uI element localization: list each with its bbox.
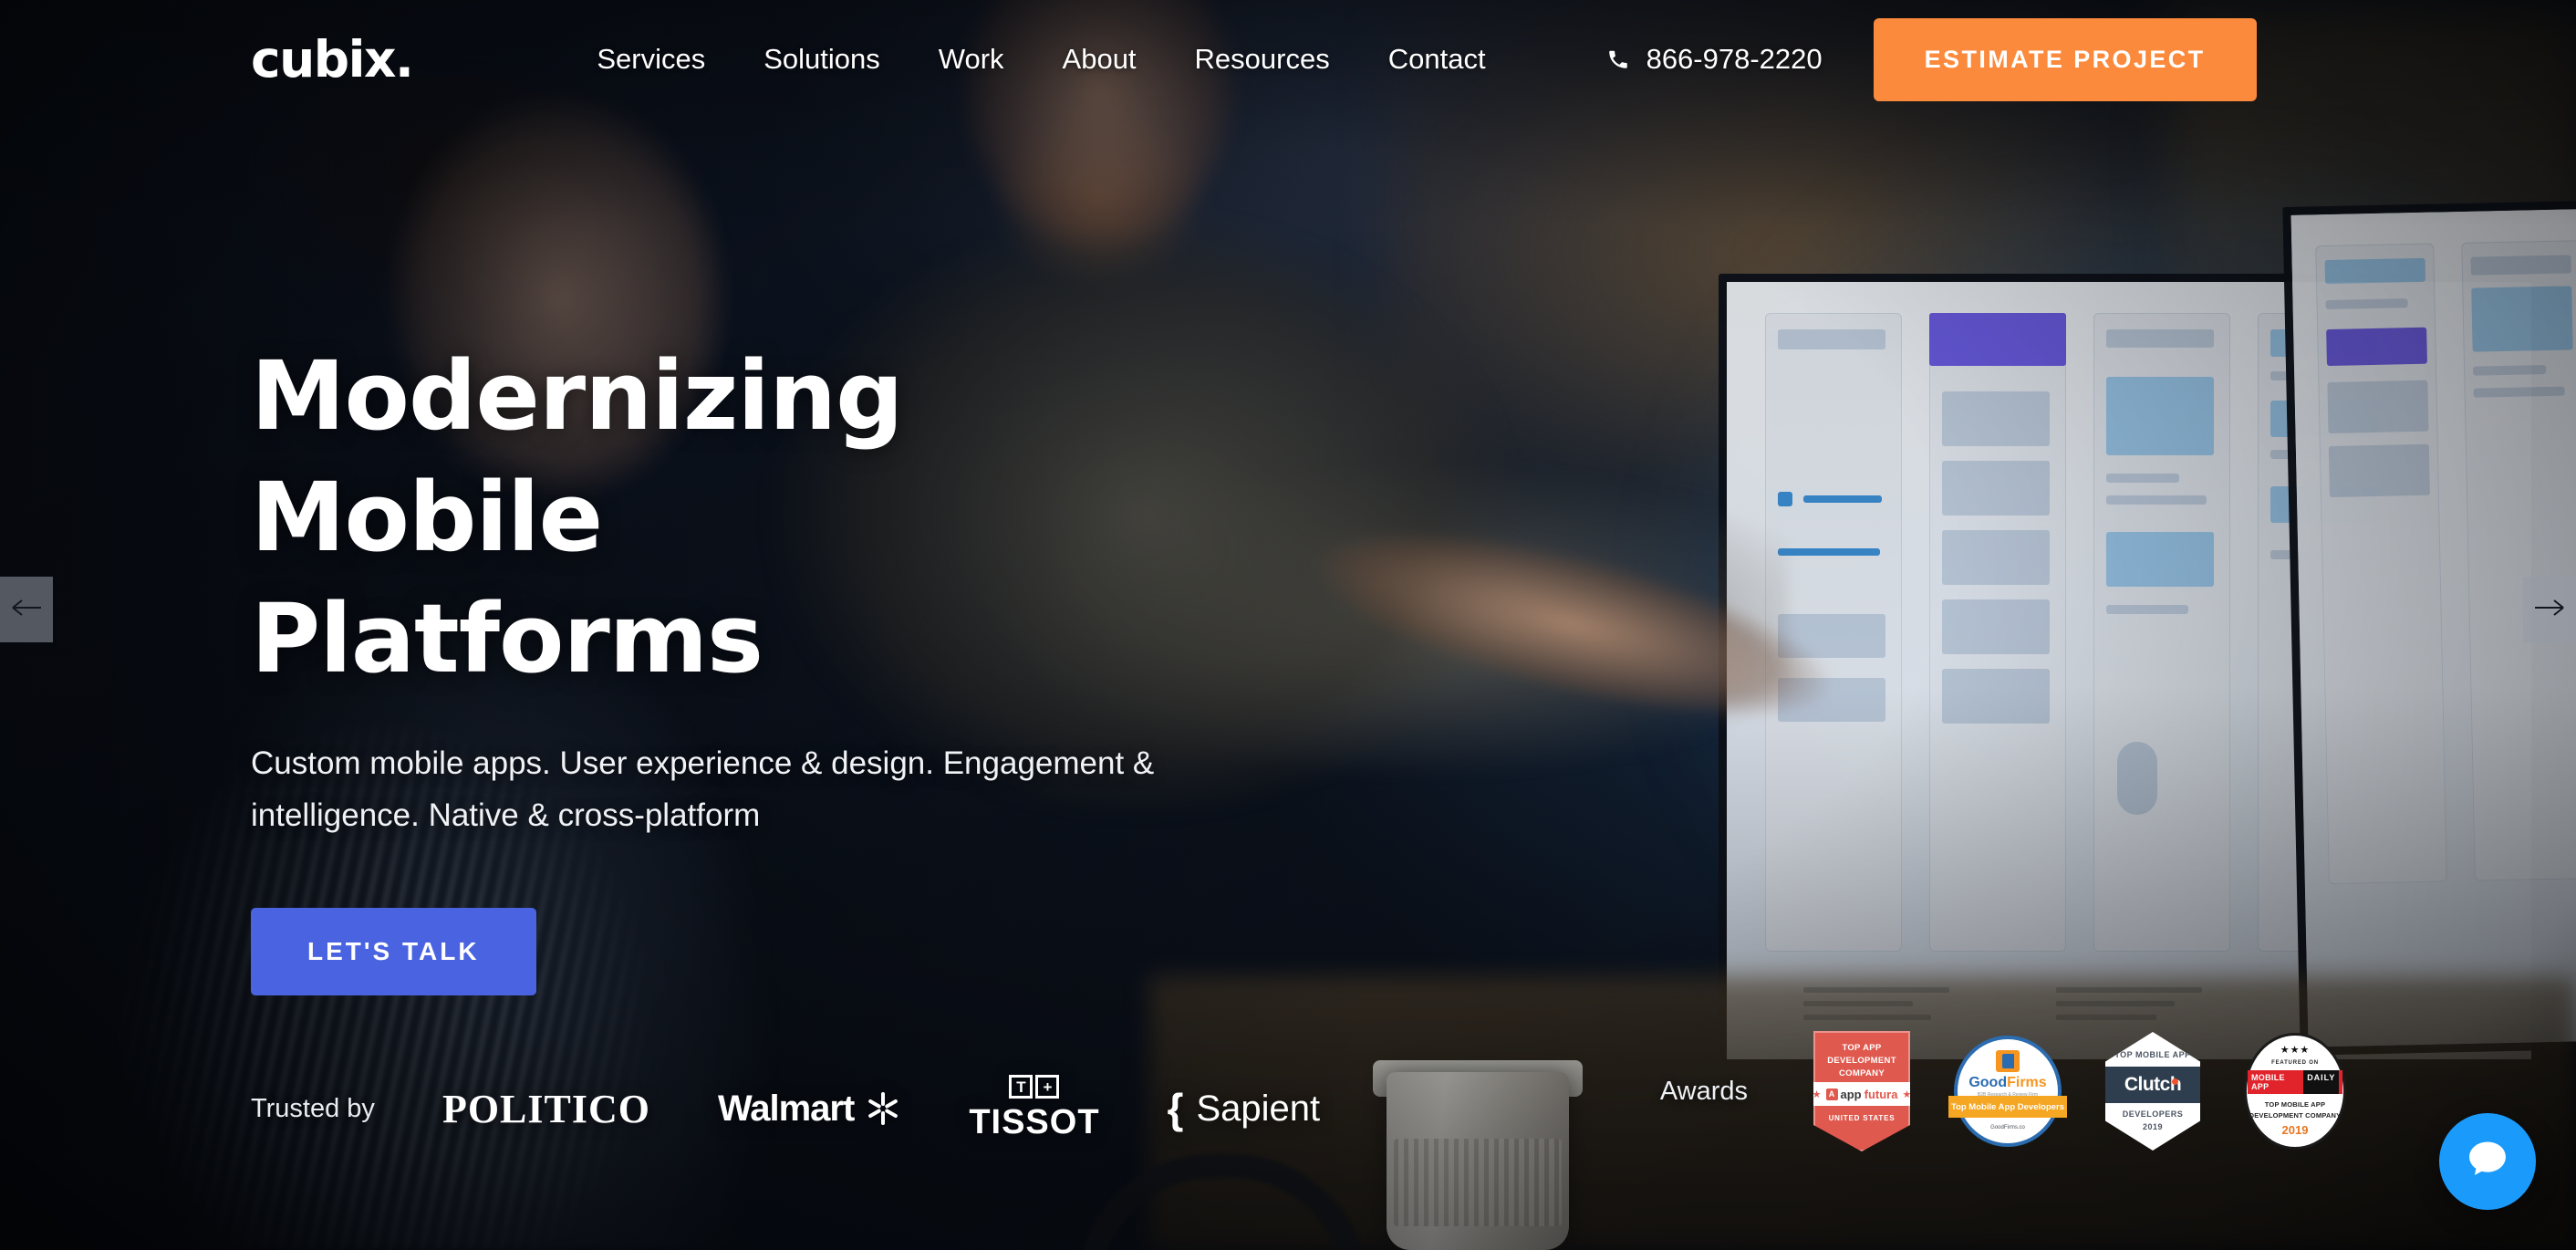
mad-brand-b: DAILY <box>2303 1070 2340 1094</box>
hero-content: Modernizing Mobile Platforms Custom mobi… <box>251 336 1254 995</box>
award-badge-goodfirms[interactable]: GoodFirms B2B Research & Review Firm Top… <box>1948 1036 2067 1147</box>
phone-number: 866-978-2220 <box>1646 43 1823 75</box>
mad-title: TOP MOBILE APP DEVELOPMENT COMPANY <box>2249 1100 2342 1120</box>
nav-item-contact[interactable]: Contact <box>1359 43 1515 76</box>
goodfirms-brand-a: Good <box>1968 1075 2008 1090</box>
headline-line-1: Modernizing Mobile <box>251 340 904 574</box>
appfutura-title: TOP APP DEVELOPMENT COMPANY <box>1827 1043 1896 1078</box>
walmart-wordmark: Walmart <box>717 1088 855 1129</box>
carousel-prev-button[interactable] <box>0 577 53 642</box>
award-badge-appfutura[interactable]: TOP APP DEVELOPMENT COMPANY ★ A app futur… <box>1813 1031 1910 1151</box>
nav-item-work[interactable]: Work <box>909 43 1034 76</box>
clutch-footer-line-1: DEVELOPERS <box>2122 1109 2184 1120</box>
phone-link[interactable]: 866-978-2220 <box>1606 43 1823 76</box>
nav-item-solutions[interactable]: Solutions <box>734 43 909 76</box>
award-badge-clutch[interactable]: TOP MOBILE APP Clutch DEVELOPERS 2019 <box>2105 1032 2200 1151</box>
sapient-wordmark: Sapient <box>1196 1088 1321 1129</box>
appfutura-brand-b: futura <box>1864 1087 1898 1101</box>
headline-line-2: Platforms <box>251 583 763 695</box>
arrow-left-icon <box>11 597 42 623</box>
site-header: cubix. Services Solutions Work About Res… <box>0 0 2576 119</box>
nav-item-services[interactable]: Services <box>567 43 734 76</box>
mad-brand-a: MOBILE APP <box>2248 1070 2304 1094</box>
goodfirms-logo-icon <box>1996 1050 2020 1072</box>
mad-featured-label: FEATURED ON <box>2271 1060 2319 1066</box>
goodfirms-footer: GoodFirms.co <box>1990 1125 2025 1130</box>
arrow-right-icon <box>2534 597 2565 623</box>
chat-widget-button[interactable] <box>2439 1113 2536 1210</box>
appfutura-ribbon: ★ A app futura ★ <box>1812 1082 1912 1106</box>
subtitle-line-2: intelligence. Native & cross-platform <box>251 797 761 834</box>
awards-bar: Awards TOP APP DEVELOPMENT COMPANY ★ A a… <box>1660 1031 2346 1151</box>
brand-logo-politico[interactable]: POLITICO <box>442 1086 650 1132</box>
hero-stage: cubix. Services Solutions Work About Res… <box>0 0 2576 1250</box>
subtitle-line-1: Custom mobile apps. User experience & de… <box>251 745 1155 782</box>
sapient-s-icon: { <box>1167 1085 1184 1132</box>
clutch-brand: Clutch <box>2124 1074 2182 1096</box>
mad-accent-bar <box>2339 1070 2342 1094</box>
clutch-footer-year: 2019 <box>2142 1121 2163 1131</box>
mad-wordmark: MOBILE APP DAILY <box>2248 1070 2342 1094</box>
clutch-wordmark: Clutch <box>2105 1067 2200 1104</box>
appfutura-mark: A <box>1825 1088 1838 1100</box>
lets-talk-button[interactable]: LET'S TALK <box>251 907 536 995</box>
awards-label: Awards <box>1659 1076 1748 1106</box>
stars-icon: ★★★ <box>2280 1045 2311 1056</box>
chat-bubble-icon <box>2464 1136 2511 1188</box>
logo[interactable]: cubix. <box>251 34 414 85</box>
hero-subtitle: Custom mobile apps. User experience & de… <box>251 738 1227 841</box>
phone-icon <box>1606 47 1630 71</box>
goodfirms-ribbon: Top Mobile App Developers <box>1948 1096 2067 1118</box>
brand-logo-sapient[interactable]: { Sapient <box>1168 1088 1321 1130</box>
page-title: Modernizing Mobile Platforms <box>251 336 1254 700</box>
goodfirms-wordmark: GoodFirms <box>1968 1075 2046 1091</box>
tissot-mark-icon: T + <box>1009 1075 1060 1099</box>
appfutura-brand-a: app <box>1840 1087 1862 1101</box>
tissot-mark-left: T <box>1009 1075 1034 1099</box>
clutch-title: TOP MOBILE APP <box>2114 1049 2191 1059</box>
carousel-next-button[interactable] <box>2523 577 2576 642</box>
brand-logo-walmart[interactable]: Walmart <box>718 1089 901 1130</box>
main-navigation: Services Solutions Work About Resources … <box>567 43 1514 76</box>
nav-item-resources[interactable]: Resources <box>1166 43 1359 76</box>
mad-year: 2019 <box>2281 1123 2309 1138</box>
clutch-footer: DEVELOPERS 2019 <box>2123 1109 2184 1133</box>
brand-logo-tissot[interactable]: T + TISSOT <box>969 1075 1099 1142</box>
appfutura-logo: A app futura <box>1825 1087 1898 1101</box>
star-icon: ★ <box>1902 1089 1912 1100</box>
estimate-project-button[interactable]: ESTIMATE PROJECT <box>1873 17 2257 101</box>
trusted-by-bar: Trusted by POLITICO Walmart T + TISSOT {… <box>251 1075 1387 1142</box>
star-icon: ★ <box>1812 1089 1822 1100</box>
walmart-spark-icon <box>865 1090 901 1127</box>
nav-item-about[interactable]: About <box>1034 43 1166 76</box>
appfutura-country: UNITED STATES <box>1828 1114 1896 1123</box>
goodfirms-brand-b: Firms <box>2007 1075 2047 1090</box>
award-badge-mobileappdaily[interactable]: ★★★ FEATURED ON MOBILE APP DAILY TOP MOB… <box>2244 1033 2346 1150</box>
tissot-wordmark: TISSOT <box>969 1103 1100 1141</box>
tissot-mark-right: + <box>1035 1075 1060 1099</box>
trusted-by-label: Trusted by <box>251 1093 375 1123</box>
